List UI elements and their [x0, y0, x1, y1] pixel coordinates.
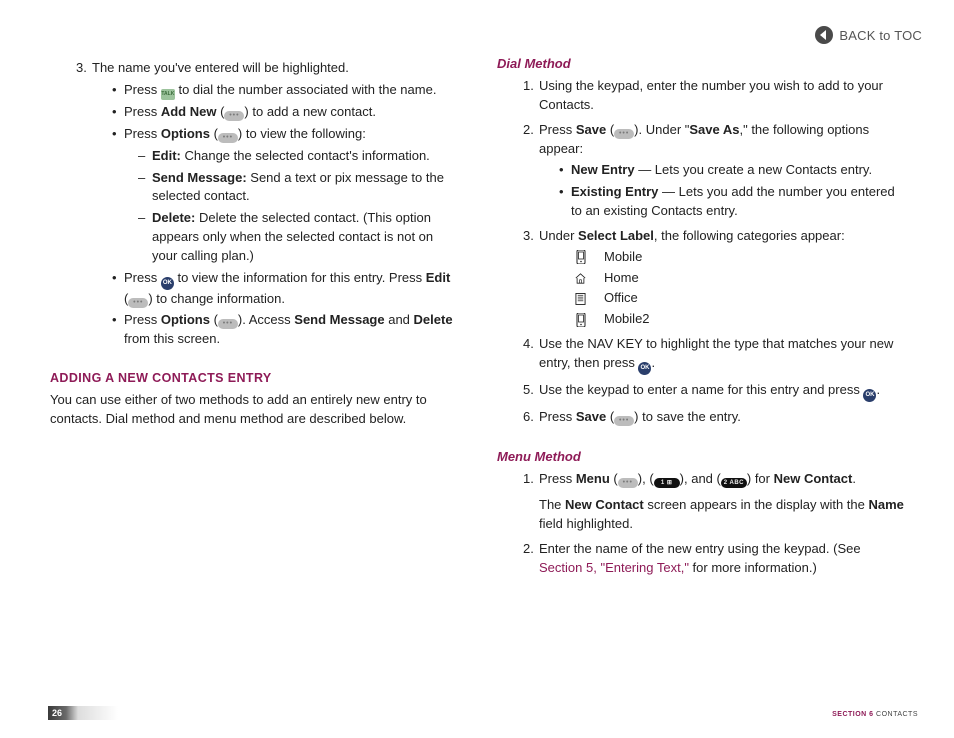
bullet-ok-edit: Press OK to view the information for thi… [112, 269, 457, 309]
right-column: Dial Method 1. Using the keypad, enter t… [497, 56, 904, 584]
label-mobile2-text: Mobile2 [604, 310, 650, 329]
dial-step-1: 1. Using the keypad, enter the number yo… [523, 77, 904, 115]
menu-step-1: 1. Press Menu (•••), (1 ⊞), and (2 ABC) … [523, 470, 904, 535]
back-to-toc-link[interactable]: BACK to TOC [815, 26, 922, 44]
office-icon [575, 292, 586, 305]
label-home: Home [575, 269, 904, 288]
back-arrow-icon [815, 26, 833, 44]
page-number: 26 [48, 706, 78, 720]
dial-step-3: 3. Under Select Label, the following cat… [523, 227, 904, 329]
bullet-add-new: Press Add New (•••) to add a new contact… [112, 103, 457, 122]
bullet-options: Press Options (•••) to view the followin… [112, 125, 457, 266]
link-entering-text[interactable]: "Entering Text," [600, 560, 688, 575]
page-footer: 26 SECTION 6 CONTACTS [0, 704, 954, 720]
step-3-text: The name you've entered will be highligh… [92, 60, 349, 75]
step-3: 3. The name you've entered will be highl… [76, 59, 457, 349]
label-office: Office [575, 289, 904, 308]
dial-step-6: 6. Press Save (•••) to save the entry. [523, 408, 904, 427]
back-to-toc-label: BACK to TOC [839, 28, 922, 43]
softkey-icon: ••• [614, 129, 634, 139]
dash-edit: Edit: Change the selected contact's info… [138, 147, 457, 166]
softkey-icon: ••• [224, 111, 244, 121]
dial-step-2: 2. Press Save (•••). Under "Save As," th… [523, 121, 904, 221]
softkey-icon: ••• [218, 133, 238, 143]
softkey-icon: ••• [128, 298, 148, 308]
talk-key-icon: TALK [161, 89, 175, 100]
label-mobile-text: Mobile [604, 248, 642, 267]
label-mobile2: Mobile2 [575, 310, 904, 329]
dial-bullet-new-entry: New Entry — Lets you create a new Contac… [559, 161, 904, 180]
softkey-icon: ••• [614, 416, 634, 426]
left-column: 3. The name you've entered will be highl… [50, 56, 457, 584]
key-2-icon: 2 ABC [721, 478, 747, 488]
mobile-icon [575, 251, 586, 264]
mobile2-icon [575, 313, 586, 326]
adding-contacts-body: You can use either of two methods to add… [50, 391, 457, 429]
ok-key-icon: OK [161, 277, 174, 290]
label-home-text: Home [604, 269, 639, 288]
dash-delete: Delete: Delete the selected contact. (Th… [138, 209, 457, 266]
menu-step-2: 2. Enter the name of the new entry using… [523, 540, 904, 578]
dial-step-5: 5. Use the keypad to enter a name for th… [523, 381, 904, 402]
section-label: SECTION 6 CONTACTS [832, 711, 918, 718]
dial-bullet-existing-entry: Existing Entry — Lets you add the number… [559, 183, 904, 221]
home-icon [575, 272, 586, 285]
heading-adding-contacts: ADDING A NEW CONTACTS ENTRY [50, 371, 457, 385]
menu-step-1-note: The New Contact screen appears in the di… [539, 496, 904, 534]
ok-key-icon: OK [638, 362, 651, 375]
bullet-dial: Press TALK to dial the number associated… [112, 81, 457, 100]
ok-key-icon: OK [863, 389, 876, 402]
heading-dial-method: Dial Method [497, 56, 904, 71]
label-office-text: Office [604, 289, 638, 308]
softkey-icon: ••• [618, 478, 638, 488]
softkey-icon: ••• [218, 319, 238, 329]
bullet-options-2: Press Options (•••). Access Send Message… [112, 311, 457, 349]
link-section-5[interactable]: Section 5, [539, 560, 597, 575]
dash-send-message: Send Message: Send a text or pix message… [138, 169, 457, 207]
dial-step-4: 4. Use the NAV KEY to highlight the type… [523, 335, 904, 375]
key-1-icon: 1 ⊞ [654, 478, 680, 488]
label-mobile: Mobile [575, 248, 904, 267]
heading-menu-method: Menu Method [497, 449, 904, 464]
